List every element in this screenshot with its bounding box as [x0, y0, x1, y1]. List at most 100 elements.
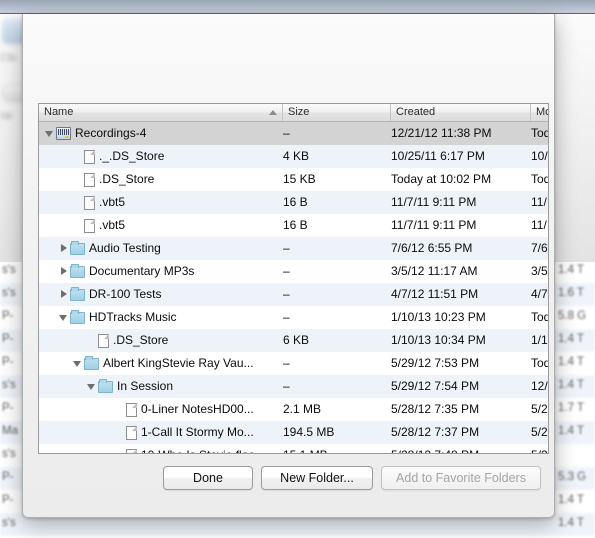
file-name-label: Audio Testing — [89, 241, 161, 255]
file-name-label: HDTracks Music — [89, 310, 177, 324]
table-row[interactable]: .vbt5 16 B 11/7/11 9:11 PM 11/ — [39, 191, 548, 214]
disclosure-closed-icon[interactable] — [59, 283, 70, 306]
screen: Clo Le ne s's1.4 Ts's1.6 TP-5.8 GP-1.4 T… — [0, 0, 595, 538]
table-row[interactable]: .DS_Store 15 KB Today at 10:02 PM Tod — [39, 168, 548, 191]
file-created-cell: 5/29/12 7:53 PM — [391, 356, 480, 370]
file-size-cell: 194.5 MB — [283, 425, 335, 439]
file-modified-cell: Tod — [531, 172, 549, 186]
file-size-cell: 15 KB — [283, 172, 316, 186]
document-icon — [126, 402, 137, 417]
table-row[interactable]: .DS_Store 6 KB 1/10/13 10:34 PM 1/1 — [39, 329, 548, 352]
file-created-cell: 1/10/13 10:34 PM — [391, 333, 486, 347]
column-header-created[interactable]: Created — [391, 104, 531, 121]
file-name-label: .DS_Store — [113, 333, 169, 347]
file-name-cell: .DS_Store — [73, 168, 283, 191]
table-row[interactable]: DR-100 Tests – 4/7/12 11:51 PM 4/7 — [39, 283, 548, 306]
column-header-name[interactable]: Name — [39, 104, 283, 121]
document-icon — [98, 333, 109, 348]
background-cell-size: 1.4 T — [558, 333, 584, 345]
column-header-size-label: Size — [288, 106, 310, 118]
disclosure-open-icon[interactable] — [87, 375, 98, 398]
file-name-label: In Session — [117, 379, 174, 393]
background-cell-size: 1.6 T — [558, 287, 584, 299]
document-icon — [84, 195, 95, 210]
table-row[interactable]: ._.DS_Store 4 KB 10/25/11 6:17 PM 10/ — [39, 145, 548, 168]
file-name-cell: In Session — [87, 375, 283, 398]
file-name-cell: 1-Call It Stormy Mo... — [115, 421, 283, 444]
file-created-cell: 11/7/11 9:11 PM — [391, 195, 477, 209]
file-modified-cell: 7/6 — [531, 241, 548, 255]
file-created-cell: 7/6/12 6:55 PM — [391, 241, 473, 255]
file-name-label: .vbt5 — [99, 195, 126, 209]
done-button[interactable]: Done — [163, 466, 253, 490]
table-row[interactable]: HDTracks Music – 1/10/13 10:23 PM Tod — [39, 306, 548, 329]
file-browser[interactable]: Name Size Created Modi Recordings-4 – 12/2… — [38, 103, 549, 454]
file-name-cell: Recordings-4 — [45, 122, 283, 145]
table-row[interactable]: In Session – 5/29/12 7:54 PM 12/ — [39, 375, 548, 398]
disclosure-open-icon[interactable] — [73, 352, 84, 375]
file-name-cell: Documentary MP3s — [59, 260, 283, 283]
column-header-size[interactable]: Size — [283, 104, 391, 121]
background-cell-size: 5.8 G — [558, 310, 587, 322]
folder-icon — [70, 263, 85, 278]
disclosure-open-icon[interactable] — [45, 122, 56, 145]
folder-icon — [70, 309, 85, 324]
background-cell-name: Ma — [2, 425, 18, 437]
file-name-cell: ._.DS_Store — [73, 145, 283, 168]
column-header-created-label: Created — [396, 106, 436, 118]
folder-icon — [84, 355, 99, 370]
file-name-label: 0-Liner NotesHD00... — [141, 402, 254, 416]
file-size-cell: – — [283, 310, 290, 324]
document-icon — [126, 425, 137, 440]
file-name-label: .DS_Store — [99, 172, 155, 186]
background-cell-name: P- — [2, 494, 14, 506]
file-modified-cell: Tod — [531, 356, 549, 370]
table-row[interactable]: .vbt5 16 B 11/7/11 9:11 PM 11/ — [39, 214, 548, 237]
table-row[interactable]: 0-Liner NotesHD00... 2.1 MB 5/28/12 7:35 P… — [39, 398, 548, 421]
background-cell-name: P- — [2, 471, 14, 483]
file-name-cell: 0-Liner NotesHD00... — [115, 398, 283, 421]
file-created-cell: 5/29/12 7:54 PM — [391, 379, 480, 393]
disclosure-closed-icon[interactable] — [59, 237, 70, 260]
background-label-clo: Clo — [0, 52, 17, 64]
file-modified-cell: 5/2 — [531, 444, 548, 453]
file-name-label: DR-100 Tests — [89, 287, 162, 301]
add-to-favorite-folders-button: Add to Favorite Folders — [381, 466, 541, 490]
background-cell-name: s's — [2, 287, 16, 299]
disclosure-open-icon[interactable] — [59, 306, 70, 329]
new-folder-button[interactable]: New Folder... — [261, 466, 373, 490]
document-icon — [84, 218, 95, 233]
column-header-modified[interactable]: Modi — [531, 104, 548, 121]
table-row[interactable]: Audio Testing – 7/6/12 6:55 PM 7/6 — [39, 237, 548, 260]
file-size-cell: – — [283, 287, 290, 301]
file-size-cell: 16 B — [283, 195, 308, 209]
table-row[interactable]: 1-Call It Stormy Mo... 194.5 MB 5/28/12 7:… — [39, 421, 548, 444]
table-row[interactable]: 10-Who Is Stevie.flac 15.1 MB 5/28/12 7:48… — [39, 444, 548, 453]
file-modified-cell: 5/2 — [531, 402, 548, 416]
file-size-cell: – — [283, 379, 290, 393]
background-label-ne: ne — [0, 110, 13, 122]
document-icon — [84, 149, 95, 164]
background-cell-size: 1.4 T — [558, 356, 584, 368]
table-row[interactable]: Recordings-4 – 12/21/12 11:38 PM Tod — [39, 122, 548, 145]
table-row[interactable]: Albert KingStevie Ray Vau... – 5/29/12 7:5… — [39, 352, 548, 375]
file-created-cell: Today at 10:02 PM — [391, 172, 492, 186]
disclosure-closed-icon[interactable] — [59, 260, 70, 283]
file-size-cell: 2.1 MB — [283, 402, 322, 416]
table-row[interactable]: Documentary MP3s – 3/5/12 11:17 AM 3/5 — [39, 260, 548, 283]
file-created-cell: 1/10/13 10:23 PM — [391, 310, 486, 324]
column-header-name-label: Name — [44, 106, 74, 118]
file-rows: Recordings-4 – 12/21/12 11:38 PM Tod ._.DS_S… — [39, 122, 548, 453]
file-created-cell: 5/28/12 7:35 PM — [391, 402, 480, 416]
drive-icon — [56, 127, 71, 140]
column-header-modified-label: Modi — [536, 106, 548, 118]
file-created-cell: 11/7/11 9:11 PM — [391, 218, 477, 232]
file-modified-cell: 3/5 — [531, 264, 548, 278]
desktop-strip — [0, 0, 595, 14]
file-modified-cell: 12/ — [531, 379, 548, 393]
